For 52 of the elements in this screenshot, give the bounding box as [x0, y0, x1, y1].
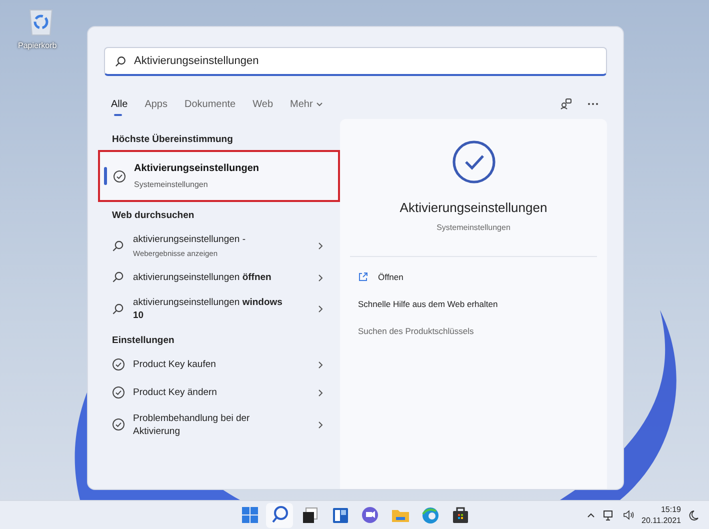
speaker-icon[interactable] — [622, 510, 634, 520]
open-action[interactable]: Öffnen — [358, 264, 589, 290]
search-icon — [112, 271, 125, 284]
clock-date[interactable]: 20.11.2021 — [642, 515, 681, 526]
search-icon — [112, 240, 125, 252]
best-match-result[interactable]: Aktivierungseinstellungen Systemeinstellungen — [98, 150, 340, 202]
moon-icon[interactable] — [689, 510, 699, 520]
checkmark-circle-icon — [452, 140, 496, 184]
result-title: Aktivierungseinstellungen — [134, 162, 260, 176]
filter-tab[interactable]: Apps — [144, 96, 168, 112]
action-link[interactable]: Schnelle Hilfe aus dem Web erhalten — [358, 290, 589, 318]
preview-title: Aktivierungseinstellungen — [400, 199, 548, 217]
search-text: Aktivierungseinstellungen — [134, 54, 259, 69]
people-icon[interactable] — [560, 98, 572, 110]
caret-icon — [316, 102, 323, 106]
result-item[interactable]: Problembehandlung bei der Aktivierung — [98, 406, 340, 443]
search-field[interactable]: Aktivierungseinstellungen — [104, 47, 607, 76]
checkmark-circle-icon — [112, 418, 125, 432]
filter-tab[interactable]: Web — [252, 96, 274, 112]
result-item[interactable]: Product Key ändern — [98, 378, 340, 407]
chevron-right-icon — [317, 388, 324, 397]
chevron-up-icon[interactable] — [586, 512, 595, 518]
checkmark-circle-icon — [112, 386, 125, 400]
chevron-right-icon — [317, 360, 324, 369]
chevron-right-icon — [317, 305, 324, 313]
network-icon[interactable] — [602, 510, 615, 520]
result-text: aktivierungseinstellungen - — [133, 232, 246, 246]
result-item[interactable]: aktivierungseinstellungen öffnen — [98, 264, 340, 292]
chevron-right-icon — [317, 242, 324, 250]
section-heading: Höchste Übereinstimmung — [111, 133, 234, 147]
result-text: aktivierungseinstellungen windows 10 — [133, 296, 283, 322]
section-heading: Einstellungen — [111, 334, 176, 348]
result-text: Product Key kaufen — [133, 358, 217, 372]
result-item[interactable]: Product Key kaufen — [98, 350, 340, 379]
search-icon — [112, 302, 125, 316]
chevron-right-icon — [317, 420, 324, 429]
checkmark-circle-icon — [112, 358, 125, 372]
filter-tab[interactable]: Mehr — [290, 96, 323, 112]
external-link-icon — [358, 272, 368, 282]
section-heading: Web durchsuchen — [111, 209, 196, 224]
preview-subtitle: Systemeinstellungen — [436, 222, 510, 234]
result-subtitle: Systemeinstellungen — [134, 179, 209, 192]
result-text: aktivierungseinstellungen öffnen — [133, 271, 272, 284]
filter-tab[interactable]: Dokumente — [184, 96, 236, 112]
result-item[interactable]: aktivierungseinstellungen windows 10 — [98, 292, 340, 326]
result-text: Problembehandlung bei der Aktivierung — [133, 412, 251, 438]
chevron-right-icon — [317, 274, 324, 282]
result-text: Product Key ändern — [133, 386, 218, 400]
checkmark-circle-icon — [113, 170, 126, 183]
action-link[interactable]: Suchen des Produktschlüssels — [358, 318, 589, 344]
search-icon — [115, 56, 126, 66]
clock-time[interactable]: 15:19 — [660, 504, 681, 515]
